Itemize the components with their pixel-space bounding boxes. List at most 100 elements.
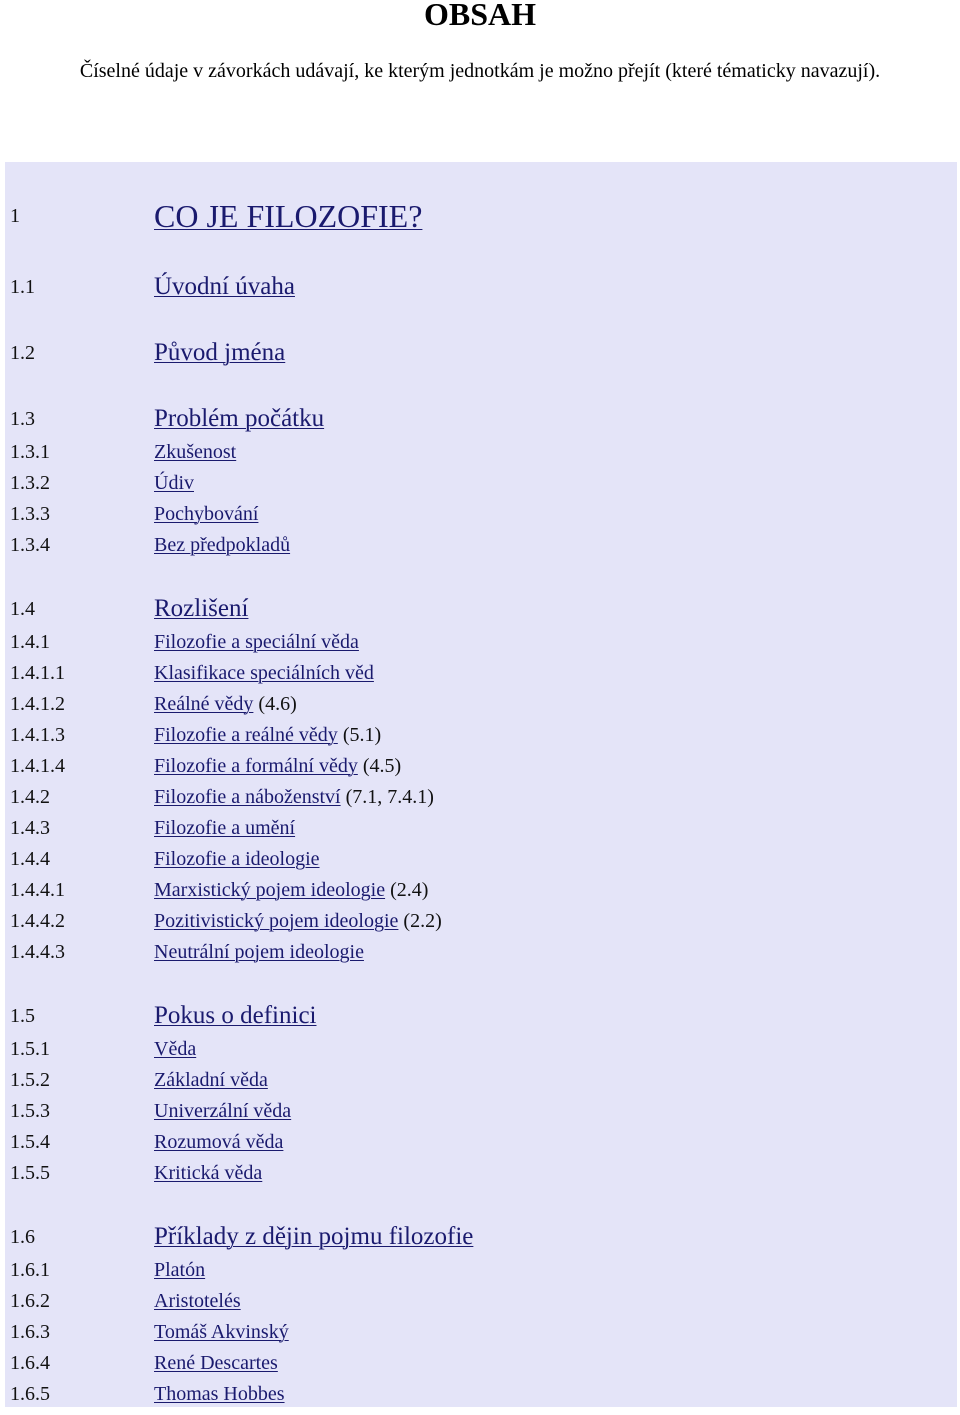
toc-link[interactable]: Kritická věda <box>154 1162 262 1184</box>
toc-link[interactable]: Rozumová věda <box>154 1131 283 1153</box>
toc-row: 1.4.3 Filozofie a umění <box>5 813 957 844</box>
toc-entry: Kritická věda <box>154 1158 262 1189</box>
toc-row: 1.4.4.2 Pozitivistický pojem ideologie (2… <box>5 906 957 937</box>
toc-row: 1.5.2 Základní věda <box>5 1065 957 1096</box>
toc-row: 1.4.2 Filozofie a náboženství (7.1, 7.4.1… <box>5 782 957 813</box>
toc-number: 1.2 <box>10 342 35 364</box>
toc-entry: Tomáš Akvinský <box>154 1317 289 1348</box>
toc-number: 1.6.3 <box>10 1320 50 1343</box>
toc-link[interactable]: René Descartes <box>154 1352 278 1374</box>
toc-number: 1.4.3 <box>10 816 50 839</box>
table-of-contents: 1 CO JE FILOZOFIE? 1.1 Úvodní úvaha 1.2 Původ… <box>5 162 957 1407</box>
toc-link[interactable]: Platón <box>154 1259 205 1281</box>
toc-link[interactable]: Údiv <box>154 472 194 494</box>
toc-entry: Filozofie a formální vědy (4.5) <box>154 751 401 782</box>
toc-link[interactable]: Filozofie a umění <box>154 817 295 839</box>
toc-row: 1 CO JE FILOZOFIE? <box>5 194 957 238</box>
toc-number: 1.3.1 <box>10 440 50 463</box>
toc-number: 1.4.1.1 <box>10 661 65 684</box>
toc-entry: Reálné vědy (4.6) <box>154 689 297 720</box>
toc-row: 1.5.4 Rozumová věda <box>5 1127 957 1158</box>
toc-entry: Pochybování <box>154 499 258 530</box>
toc-entry: Filozofie a náboženství (7.1, 7.4.1) <box>154 782 434 813</box>
toc-link[interactable]: Reálné vědy <box>154 693 253 715</box>
toc-cross-reference: (2.4) <box>385 878 429 901</box>
toc-link[interactable]: Filozofie a náboženství <box>154 786 341 808</box>
toc-cross-reference: (5.1) <box>337 723 382 746</box>
toc-link[interactable]: Marxistický pojem ideologie <box>154 879 385 901</box>
toc-entry: Pokus o definici <box>154 998 317 1034</box>
toc-entry: René Descartes <box>154 1348 278 1379</box>
toc-link[interactable]: Úvodní úvaha <box>154 273 295 300</box>
toc-row: 1.4.1.1 Klasifikace speciálních věd <box>5 658 957 689</box>
toc-row: 1.6 Příklady z dějin pojmu filozofie <box>5 1219 957 1255</box>
toc-cross-reference: (7.1, 7.4.1) <box>340 785 434 808</box>
toc-number: 1.4.2 <box>10 785 50 808</box>
toc-number: 1.5.2 <box>10 1068 50 1091</box>
toc-row: 1.5.1 Věda <box>5 1034 957 1065</box>
toc-entry: Rozumová věda <box>154 1127 283 1158</box>
toc-entry: Filozofie a umění <box>154 813 295 844</box>
toc-link[interactable]: Rozlišení <box>154 595 248 622</box>
toc-entry: Platón <box>154 1255 205 1286</box>
toc-entry: Marxistický pojem ideologie (2.4) <box>154 875 428 906</box>
toc-link[interactable]: Problém počátku <box>154 405 324 432</box>
toc-number: 1.4 <box>10 598 35 620</box>
toc-link[interactable]: Bez předpokladů <box>154 534 290 556</box>
toc-link[interactable]: Filozofie a speciální věda <box>154 631 359 653</box>
toc-link[interactable]: Pochybování <box>154 503 258 525</box>
toc-number: 1.4.4.1 <box>10 878 65 901</box>
toc-entry: Základní věda <box>154 1065 268 1096</box>
toc-entry: Filozofie a speciální věda <box>154 627 359 658</box>
toc-row: 1.3.3 Pochybování <box>5 499 957 530</box>
toc-row: 1.3 Problém počátku <box>5 401 957 437</box>
toc-entry: Rozlišení <box>154 591 248 627</box>
toc-number: 1.3.2 <box>10 471 50 494</box>
toc-number: 1.4.4.2 <box>10 909 65 932</box>
toc-link[interactable]: CO JE FILOZOFIE? <box>154 198 422 234</box>
toc-link[interactable]: Věda <box>154 1038 196 1060</box>
toc-link[interactable]: Základní věda <box>154 1069 268 1091</box>
toc-cross-reference: (4.5) <box>357 754 402 777</box>
toc-row: 1.5 Pokus o definici <box>5 998 957 1034</box>
toc-row: 1.6.2 Aristotelés <box>5 1286 957 1317</box>
toc-number: 1.3.3 <box>10 502 50 525</box>
toc-link[interactable]: Aristotelés <box>154 1290 241 1312</box>
toc-link[interactable]: Thomas Hobbes <box>154 1383 285 1405</box>
toc-link[interactable]: Klasifikace speciálních věd <box>154 662 374 684</box>
toc-row: 1.6.5 Thomas Hobbes <box>5 1379 957 1410</box>
toc-link[interactable]: Pokus o definici <box>154 1002 317 1029</box>
toc-row: 1.4.4.3 Neutrální pojem ideologie <box>5 937 957 968</box>
toc-link[interactable]: Neutrální pojem ideologie <box>154 941 364 963</box>
toc-cross-reference: (4.6) <box>253 692 297 715</box>
toc-link[interactable]: Filozofie a formální vědy <box>154 755 358 777</box>
toc-number: 1.4.1.4 <box>10 754 65 777</box>
toc-entry: Zkušenost <box>154 437 236 468</box>
toc-link[interactable]: Zkušenost <box>154 441 236 463</box>
toc-row: 1.6.3 Tomáš Akvinský <box>5 1317 957 1348</box>
toc-link[interactable]: Filozofie a ideologie <box>154 848 320 870</box>
toc-row: 1.3.1 Zkušenost <box>5 437 957 468</box>
toc-link[interactable]: Příklady z dějin pojmu filozofie <box>154 1223 473 1250</box>
toc-link[interactable]: Původ jména <box>154 339 285 366</box>
toc-number: 1.5.5 <box>10 1161 50 1184</box>
toc-row: 1.4.1 Filozofie a speciální věda <box>5 627 957 658</box>
toc-number: 1.1 <box>10 276 35 298</box>
toc-entry: Klasifikace speciálních věd <box>154 658 374 689</box>
toc-link[interactable]: Filozofie a reálné vědy <box>154 724 338 746</box>
toc-entry: Neutrální pojem ideologie <box>154 937 364 968</box>
toc-link[interactable]: Univerzální věda <box>154 1100 291 1122</box>
toc-link[interactable]: Tomáš Akvinský <box>154 1321 289 1343</box>
toc-entry: Filozofie a ideologie <box>154 844 320 875</box>
toc-entry: Univerzální věda <box>154 1096 291 1127</box>
toc-row: 1.2 Původ jména <box>5 335 957 371</box>
toc-number: 1.6.5 <box>10 1382 50 1405</box>
toc-number: 1.6.1 <box>10 1258 50 1281</box>
toc-number: 1.4.1.2 <box>10 692 65 715</box>
toc-number: 1.3.4 <box>10 533 50 556</box>
toc-number: 1 <box>10 205 20 227</box>
toc-entry: Věda <box>154 1034 196 1065</box>
toc-entry: Aristotelés <box>154 1286 241 1317</box>
toc-row: 1.4.1.4 Filozofie a formální vědy (4.5) <box>5 751 957 782</box>
toc-link[interactable]: Pozitivistický pojem ideologie <box>154 910 398 932</box>
